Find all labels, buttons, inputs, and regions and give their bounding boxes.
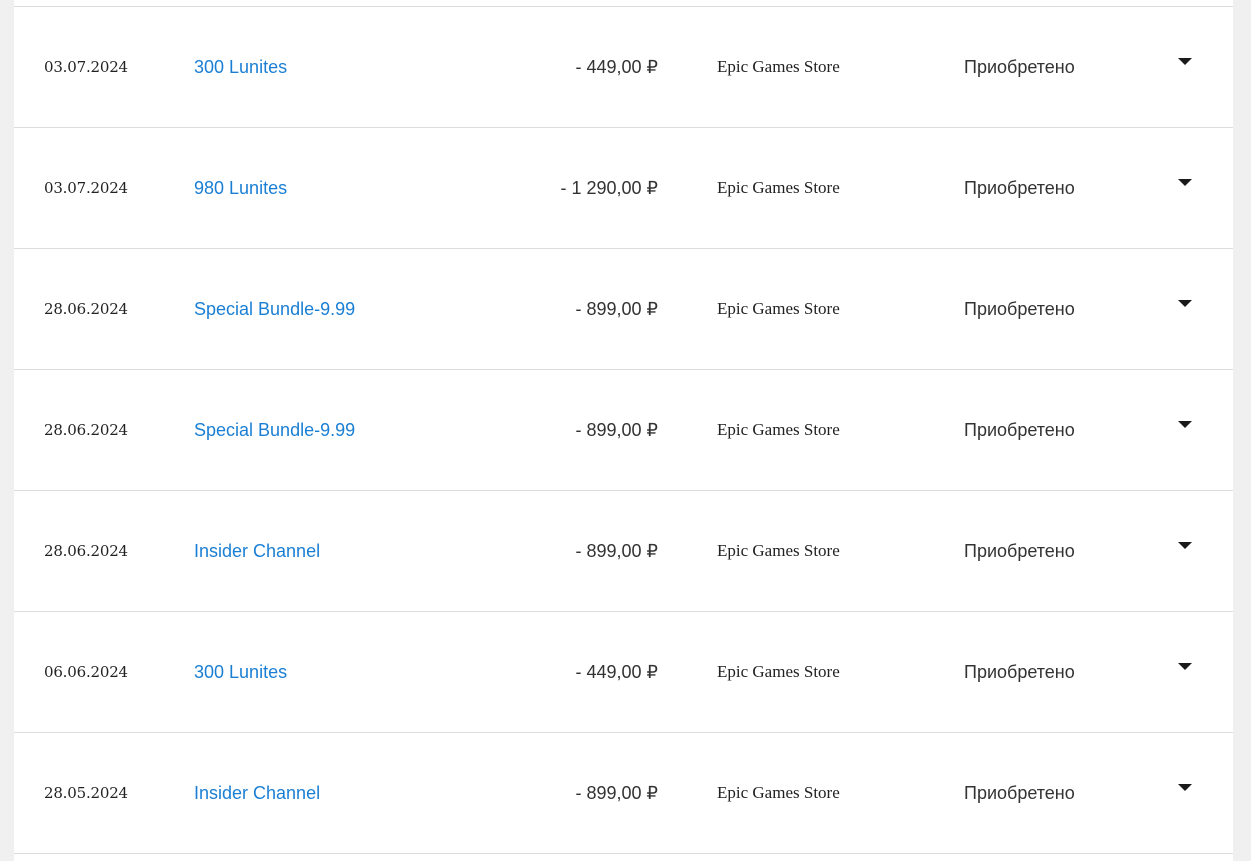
transaction-item-link[interactable]: 300 Lunites	[194, 612, 287, 732]
transaction-amount: - 899,00 ₽	[575, 541, 658, 561]
expand-row-button[interactable]	[1172, 53, 1198, 73]
transaction-item-link[interactable]: Insider Channel	[194, 491, 320, 611]
transaction-store: Epic Games Store	[717, 420, 840, 439]
caret-down-icon	[1178, 542, 1192, 549]
table-row: 03.07.2024 980 Lunites - 1 290,00 ₽ Epic…	[14, 127, 1233, 248]
caret-down-icon	[1178, 784, 1192, 791]
transaction-date: 03.07.2024	[44, 58, 128, 76]
table-row: 06.06.2024 300 Lunites - 449,00 ₽ Epic G…	[14, 611, 1233, 732]
transaction-amount: - 449,00 ₽	[575, 662, 658, 682]
expand-row-button[interactable]	[1172, 174, 1198, 194]
caret-down-icon	[1178, 421, 1192, 428]
transaction-date: 28.06.2024	[44, 421, 128, 439]
transaction-store: Epic Games Store	[717, 783, 840, 802]
table-row: 28.06.2024 Insider Channel - 899,00 ₽ Ep…	[14, 490, 1233, 611]
transaction-amount: - 449,00 ₽	[575, 57, 658, 77]
transaction-status: Приобретено	[964, 178, 1075, 198]
expand-row-button[interactable]	[1172, 779, 1198, 799]
transaction-store: Epic Games Store	[717, 299, 840, 318]
transaction-date: 03.07.2024	[44, 179, 128, 197]
transaction-store: Epic Games Store	[717, 178, 840, 197]
table-row: 28.05.2024 Insider Channel - 899,00 ₽ Ep…	[14, 732, 1233, 853]
caret-down-icon	[1178, 300, 1192, 307]
transaction-store: Epic Games Store	[717, 57, 840, 76]
expand-row-button[interactable]	[1172, 537, 1198, 557]
transaction-item-link[interactable]: Special Bundle-9.99	[194, 370, 355, 490]
transaction-store: Epic Games Store	[717, 662, 840, 681]
transaction-status: Приобретено	[964, 420, 1075, 440]
caret-down-icon	[1178, 179, 1192, 186]
transaction-item-link[interactable]: Insider Channel	[194, 733, 320, 853]
transaction-status: Приобретено	[964, 662, 1075, 682]
transaction-status: Приобретено	[964, 57, 1075, 77]
transaction-item-link[interactable]: 300 Lunites	[194, 7, 287, 127]
transaction-item-link[interactable]: 980 Lunites	[194, 128, 287, 248]
expand-row-button[interactable]	[1172, 416, 1198, 436]
transaction-store: Epic Games Store	[717, 541, 840, 560]
table-row: 28.06.2024 Special Bundle-9.99 - 899,00 …	[14, 248, 1233, 369]
transaction-date: 06.06.2024	[44, 663, 128, 681]
transactions-table: 03.07.2024 300 Lunites - 449,00 ₽ Epic G…	[14, 0, 1233, 861]
table-row: 28.06.2024 Special Bundle-9.99 - 899,00 …	[14, 369, 1233, 490]
transaction-amount: - 899,00 ₽	[575, 299, 658, 319]
caret-down-icon	[1178, 58, 1192, 65]
expand-row-button[interactable]	[1172, 295, 1198, 315]
expand-row-button[interactable]	[1172, 658, 1198, 678]
transaction-date: 28.06.2024	[44, 300, 128, 318]
transaction-item-link[interactable]: Special Bundle-9.99	[194, 249, 355, 369]
transaction-amount: - 1 290,00 ₽	[560, 178, 658, 198]
transaction-status: Приобретено	[964, 541, 1075, 561]
transaction-date: 28.06.2024	[44, 542, 128, 560]
table-divider	[14, 853, 1233, 854]
table-row: 03.07.2024 300 Lunites - 449,00 ₽ Epic G…	[14, 6, 1233, 127]
transaction-status: Приобретено	[964, 299, 1075, 319]
transaction-date: 28.05.2024	[44, 784, 128, 802]
caret-down-icon	[1178, 663, 1192, 670]
transaction-status: Приобретено	[964, 783, 1075, 803]
transaction-amount: - 899,00 ₽	[575, 783, 658, 803]
transaction-amount: - 899,00 ₽	[575, 420, 658, 440]
